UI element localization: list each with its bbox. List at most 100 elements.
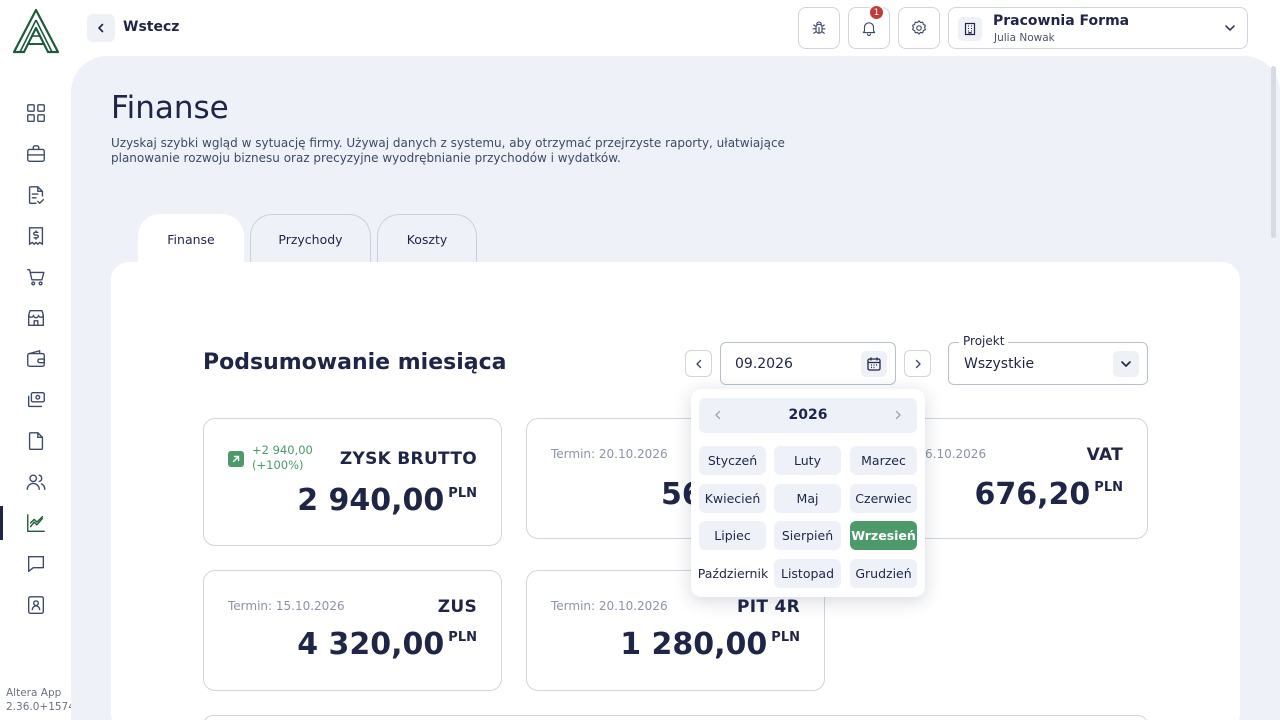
nav-transfers[interactable] — [0, 383, 72, 417]
currency: PLN — [771, 630, 800, 645]
month-marzec[interactable]: Marzec — [850, 446, 917, 475]
next-year-button[interactable] — [891, 408, 905, 422]
app-version-name: Altera App — [6, 687, 62, 699]
chevron-left-icon — [695, 359, 701, 368]
nav-dashboard[interactable] — [0, 96, 72, 130]
settings-button[interactable] — [898, 7, 940, 49]
month-sierpien[interactable]: Sierpień — [774, 521, 841, 550]
chart-line-icon — [27, 514, 45, 532]
trend-value: +2 940,00 — [252, 443, 313, 457]
chevron-right-icon — [895, 410, 901, 420]
nav-invoices[interactable] — [0, 219, 72, 253]
card-amount: 676,20 PLN — [975, 477, 1123, 512]
month-luty[interactable]: Luty — [774, 446, 841, 475]
card-amount: 4 320,00 PLN — [297, 627, 477, 662]
summary-title: Podsumowanie miesiąca — [203, 350, 507, 375]
amount-value: 2 940,00 — [297, 483, 445, 518]
company-name: Pracownia Forma — [993, 13, 1130, 29]
prev-year-button[interactable] — [711, 408, 725, 422]
project-value: Wszystkie — [964, 356, 1035, 372]
company-selector[interactable]: Pracownia Forma Julia Nowak — [948, 7, 1248, 49]
invoice-dollar-icon — [28, 227, 44, 245]
document-check-icon — [28, 186, 45, 204]
card-gross-profit[interactable]: +2 940,00 (+100%) ZYSK BRUTTO 2 940,00 PL… — [203, 418, 502, 546]
tab-finanse[interactable]: Finanse — [138, 214, 244, 264]
card-title: PIT 4R — [736, 597, 800, 617]
notifications-button[interactable]: 1 — [848, 4, 890, 49]
month-styczen[interactable]: Styczeń — [699, 446, 766, 475]
trend-percent: (+100%) — [252, 458, 304, 472]
chevron-down-icon — [1225, 25, 1235, 31]
money-transfer-icon — [27, 391, 45, 408]
next-month-button[interactable] — [904, 350, 931, 377]
prev-month-button[interactable] — [685, 350, 712, 377]
chevron-down-icon — [1113, 351, 1139, 377]
amount-value: 676,20 — [974, 477, 1091, 512]
scrollbar[interactable] — [1271, 66, 1276, 238]
card-title: VAT — [1086, 445, 1123, 465]
month-picker: 2026 Styczeń Luty Marzec Kwiecień Maj Cz… — [691, 389, 925, 597]
store-icon — [27, 309, 45, 327]
nav-projects[interactable] — [0, 137, 72, 171]
month-date-value: 09.2026 — [735, 356, 793, 372]
month-kwiecien[interactable]: Kwiecień — [699, 484, 766, 513]
bug-report-button[interactable] — [798, 7, 840, 49]
month-grudzien[interactable]: Grudzień — [850, 559, 917, 588]
dashboard-icon — [27, 104, 45, 122]
nav-contacts[interactable] — [0, 465, 72, 499]
back-label[interactable]: Wstecz — [123, 19, 179, 35]
month-date-field[interactable]: 09.2026 — [720, 342, 896, 385]
picker-header: 2026 — [699, 398, 917, 433]
card-amount: 1 280,00 PLN — [620, 627, 800, 662]
picker-year: 2026 — [788, 407, 828, 423]
tab-przychody[interactable]: Przychody — [250, 214, 371, 264]
file-icon — [28, 432, 44, 450]
currency: PLN — [1094, 480, 1123, 495]
nav-wallet[interactable] — [0, 342, 72, 376]
wallet-icon — [27, 350, 45, 368]
card-due-date: Termin: 20.10.2026 — [551, 599, 668, 613]
card-due-date: Termin: 20.10.2026 — [551, 447, 668, 461]
month-wrzesien[interactable]: Wrzesień — [850, 521, 917, 550]
building-icon — [958, 17, 982, 41]
card-title: ZYSK BRUTTO — [339, 449, 477, 469]
trend-up-icon — [228, 451, 244, 467]
calendar-icon — [867, 357, 881, 371]
nav-files[interactable] — [0, 424, 72, 458]
app-version: Altera App 2.36.0+1574 — [6, 686, 75, 714]
month-czerwiec[interactable]: Czerwiec — [850, 484, 917, 513]
month-lipiec[interactable]: Lipiec — [699, 521, 766, 550]
nav-orders[interactable] — [0, 260, 72, 294]
chevron-left-icon — [715, 410, 721, 420]
gear-icon — [912, 20, 926, 35]
users-icon — [26, 474, 46, 491]
nav-messages[interactable] — [0, 547, 72, 581]
amount-value: 1 280,00 — [620, 627, 768, 662]
amount-value: 4 320,00 — [297, 627, 445, 662]
tab-koszty[interactable]: Koszty — [377, 214, 477, 264]
nav-documents[interactable] — [0, 178, 72, 212]
card-zus[interactable]: Termin: 15.10.2026 ZUS 4 320,00 PLN — [203, 570, 502, 691]
chevron-right-icon — [915, 359, 921, 368]
notifications-badge: 1 — [868, 4, 885, 21]
bug-icon — [812, 21, 826, 34]
cart-icon — [27, 268, 45, 286]
calendar-button[interactable] — [861, 351, 887, 377]
altera-logo[interactable] — [11, 8, 61, 54]
card-next-section — [203, 715, 1148, 720]
card-vat[interactable]: 6.10.2026 VAT 676,20 PLN — [900, 418, 1148, 539]
month-maj[interactable]: Maj — [774, 484, 841, 513]
back-button[interactable] — [87, 14, 115, 42]
trend-indicator: +2 940,00 (+100%) — [228, 443, 313, 473]
chevron-left-icon — [98, 23, 104, 33]
month-pazdziernik[interactable]: Październik — [697, 559, 769, 588]
nav-profile[interactable] — [0, 588, 72, 622]
project-select[interactable]: Projekt Wszystkie — [948, 334, 1148, 385]
nav-finance[interactable] — [0, 506, 72, 540]
briefcase-icon — [27, 145, 45, 163]
month-listopad[interactable]: Listopad — [774, 559, 841, 588]
nav-store[interactable] — [0, 301, 72, 335]
card-due-date: Termin: 15.10.2026 — [228, 599, 345, 613]
bell-icon — [862, 22, 876, 36]
project-label: Projekt — [959, 334, 1009, 348]
